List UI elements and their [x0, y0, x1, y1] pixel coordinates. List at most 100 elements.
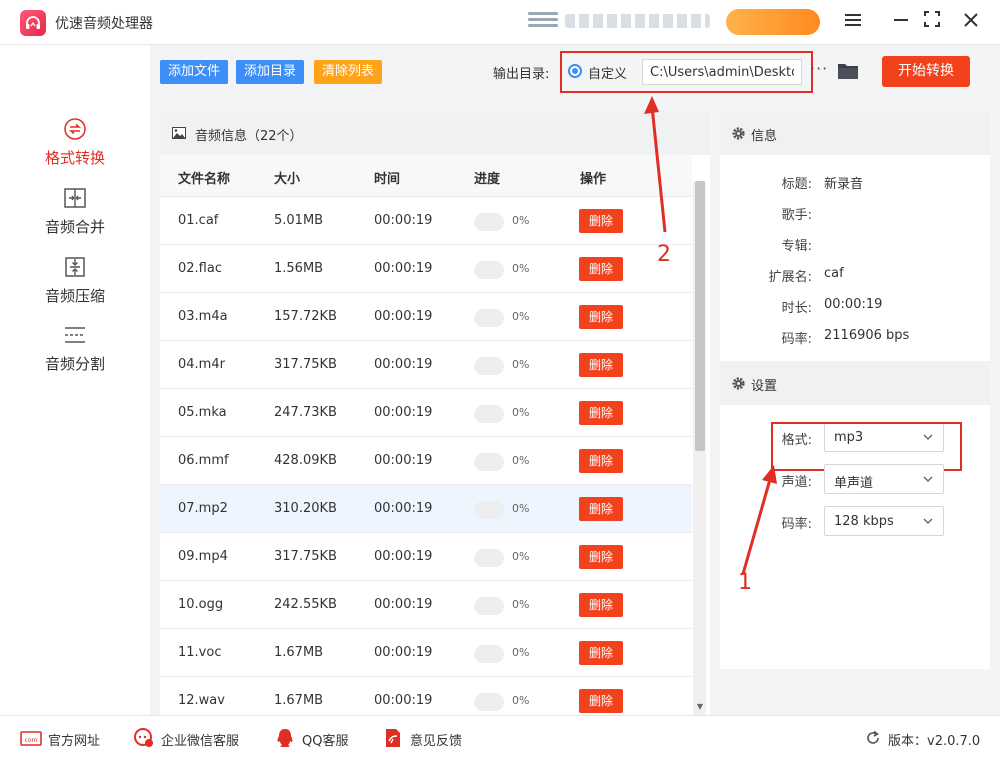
info-row: 时长: 00:00:19: [720, 297, 990, 317]
wechat-support-link[interactable]: 企业微信客服: [161, 730, 239, 749]
feedback-link[interactable]: 意见反馈: [410, 730, 462, 749]
progress-bar: [474, 213, 504, 231]
delete-button[interactable]: 删除: [579, 449, 623, 473]
progress-bar: [474, 597, 504, 615]
promo-banner[interactable]: [565, 14, 710, 28]
start-convert-button[interactable]: 开始转换: [882, 56, 970, 87]
more-options-button[interactable]: ···: [810, 59, 828, 78]
file-time: 00:00:19: [374, 693, 433, 708]
table-row[interactable]: 12.wav 1.67MB 00:00:19 0% 删除: [160, 677, 692, 715]
progress-text: 0%: [512, 214, 530, 227]
info-key: 专辑:: [781, 239, 812, 254]
delete-button[interactable]: 删除: [579, 305, 623, 329]
output-path-input[interactable]: [642, 59, 802, 85]
promo-button[interactable]: [726, 9, 820, 35]
progress-bar: [474, 549, 504, 567]
folder-icon[interactable]: [837, 61, 859, 81]
progress-text: 0%: [512, 550, 530, 563]
table-row[interactable]: 10.ogg 242.55KB 00:00:19 0% 删除: [160, 581, 692, 629]
scroll-down-icon[interactable]: ▼: [695, 703, 705, 711]
convert-icon: [63, 117, 87, 141]
file-name: 01.caf: [178, 213, 219, 228]
file-name: 02.flac: [178, 261, 222, 276]
delete-button[interactable]: 删除: [579, 497, 623, 521]
bitrate-setting: 码率: 128 kbps: [720, 506, 990, 536]
toolbar: 添加文件 添加目录 清除列表 输出目录: 自定义 ··· 开始转换: [150, 45, 1000, 101]
sidebar-item-compress[interactable]: 音频压缩: [0, 255, 150, 321]
website-link[interactable]: 官方网址: [48, 730, 100, 749]
table-row[interactable]: 07.mp2 310.20KB 00:00:19 0% 删除: [160, 485, 692, 533]
file-name: 11.voc: [178, 645, 222, 660]
delete-button[interactable]: 删除: [579, 689, 623, 713]
close-icon[interactable]: [959, 10, 983, 34]
delete-button[interactable]: 删除: [579, 209, 623, 233]
file-time: 00:00:19: [374, 501, 433, 516]
progress-bar: [474, 501, 504, 519]
delete-button[interactable]: 删除: [579, 545, 623, 569]
split-icon: [63, 323, 87, 347]
promo-icon[interactable]: [528, 12, 558, 34]
qq-support-link[interactable]: QQ客服: [302, 730, 348, 749]
table-row[interactable]: 03.m4a 157.72KB 00:00:19 0% 删除: [160, 293, 692, 341]
image-icon: [172, 127, 186, 139]
qq-icon[interactable]: [274, 727, 296, 749]
info-key: 时长:: [781, 301, 812, 316]
compress-icon: [63, 255, 87, 279]
info-value: 新录音: [824, 177, 864, 192]
table-row[interactable]: 02.flac 1.56MB 00:00:19 0% 删除: [160, 245, 692, 293]
info-row: 扩展名: caf: [720, 266, 990, 286]
progress-bar: [474, 309, 504, 327]
annotation-number-1: 1: [738, 570, 752, 595]
table-row[interactable]: 05.mka 247.73KB 00:00:19 0% 删除: [160, 389, 692, 437]
files-title: 音频信息（22个）: [195, 129, 303, 144]
clear-list-button[interactable]: 清除列表: [314, 60, 383, 84]
col-action: 操作: [580, 172, 607, 187]
chevron-down-icon: [923, 518, 933, 524]
info-row: 标题: 新录音: [720, 173, 990, 193]
file-size: 1.67MB: [274, 693, 324, 708]
wechat-icon[interactable]: [133, 727, 155, 749]
feedback-icon[interactable]: [382, 727, 404, 749]
scrollbar[interactable]: ▼: [693, 181, 706, 715]
col-time: 时间: [374, 172, 401, 187]
sidebar-item-split[interactable]: 音频分割: [0, 323, 150, 389]
sidebar-item-convert[interactable]: 格式转换: [0, 117, 150, 183]
chevron-down-icon: [923, 476, 933, 482]
info-value: 00:00:19: [824, 297, 883, 312]
scroll-thumb[interactable]: [695, 181, 705, 451]
file-size: 157.72KB: [274, 309, 337, 324]
file-time: 00:00:19: [374, 357, 433, 372]
delete-button[interactable]: 删除: [579, 593, 623, 617]
file-time: 00:00:19: [374, 597, 433, 612]
file-name: 09.mp4: [178, 549, 228, 564]
refresh-icon[interactable]: [865, 730, 881, 746]
file-size: 428.09KB: [274, 453, 337, 468]
channel-select[interactable]: 单声道: [824, 464, 944, 494]
bitrate-select[interactable]: 128 kbps: [824, 506, 944, 536]
sidebar-item-label: 格式转换: [44, 149, 105, 167]
minimize-icon[interactable]: [889, 10, 913, 34]
progress-bar: [474, 645, 504, 663]
delete-button[interactable]: 删除: [579, 401, 623, 425]
info-row: 码率: 2116906 bps: [720, 328, 990, 348]
channel-label: 声道:: [781, 475, 812, 490]
gear-icon: [731, 126, 746, 141]
menu-icon[interactable]: [841, 10, 865, 34]
add-file-button[interactable]: 添加文件: [160, 60, 229, 84]
table-row[interactable]: 04.m4r 317.75KB 00:00:19 0% 删除: [160, 341, 692, 389]
add-folder-button[interactable]: 添加目录: [236, 60, 305, 84]
table-row[interactable]: 01.caf 5.01MB 00:00:19 0% 删除: [160, 197, 692, 245]
maximize-icon[interactable]: [920, 10, 944, 34]
delete-button[interactable]: 删除: [579, 353, 623, 377]
info-row: 歌手:: [720, 204, 990, 224]
annotation-number-2: 2: [657, 242, 671, 267]
table-row[interactable]: 09.mp4 317.75KB 00:00:19 0% 删除: [160, 533, 692, 581]
sidebar-item-merge[interactable]: 音频合并: [0, 186, 150, 252]
delete-button[interactable]: 删除: [579, 641, 623, 665]
table-row[interactable]: 11.voc 1.67MB 00:00:19 0% 删除: [160, 629, 692, 677]
website-icon[interactable]: com: [20, 727, 42, 749]
custom-radio-label[interactable]: 自定义: [588, 63, 627, 82]
table-row[interactable]: 06.mmf 428.09KB 00:00:19 0% 删除: [160, 437, 692, 485]
delete-button[interactable]: 删除: [579, 257, 623, 281]
custom-radio[interactable]: [568, 64, 582, 78]
